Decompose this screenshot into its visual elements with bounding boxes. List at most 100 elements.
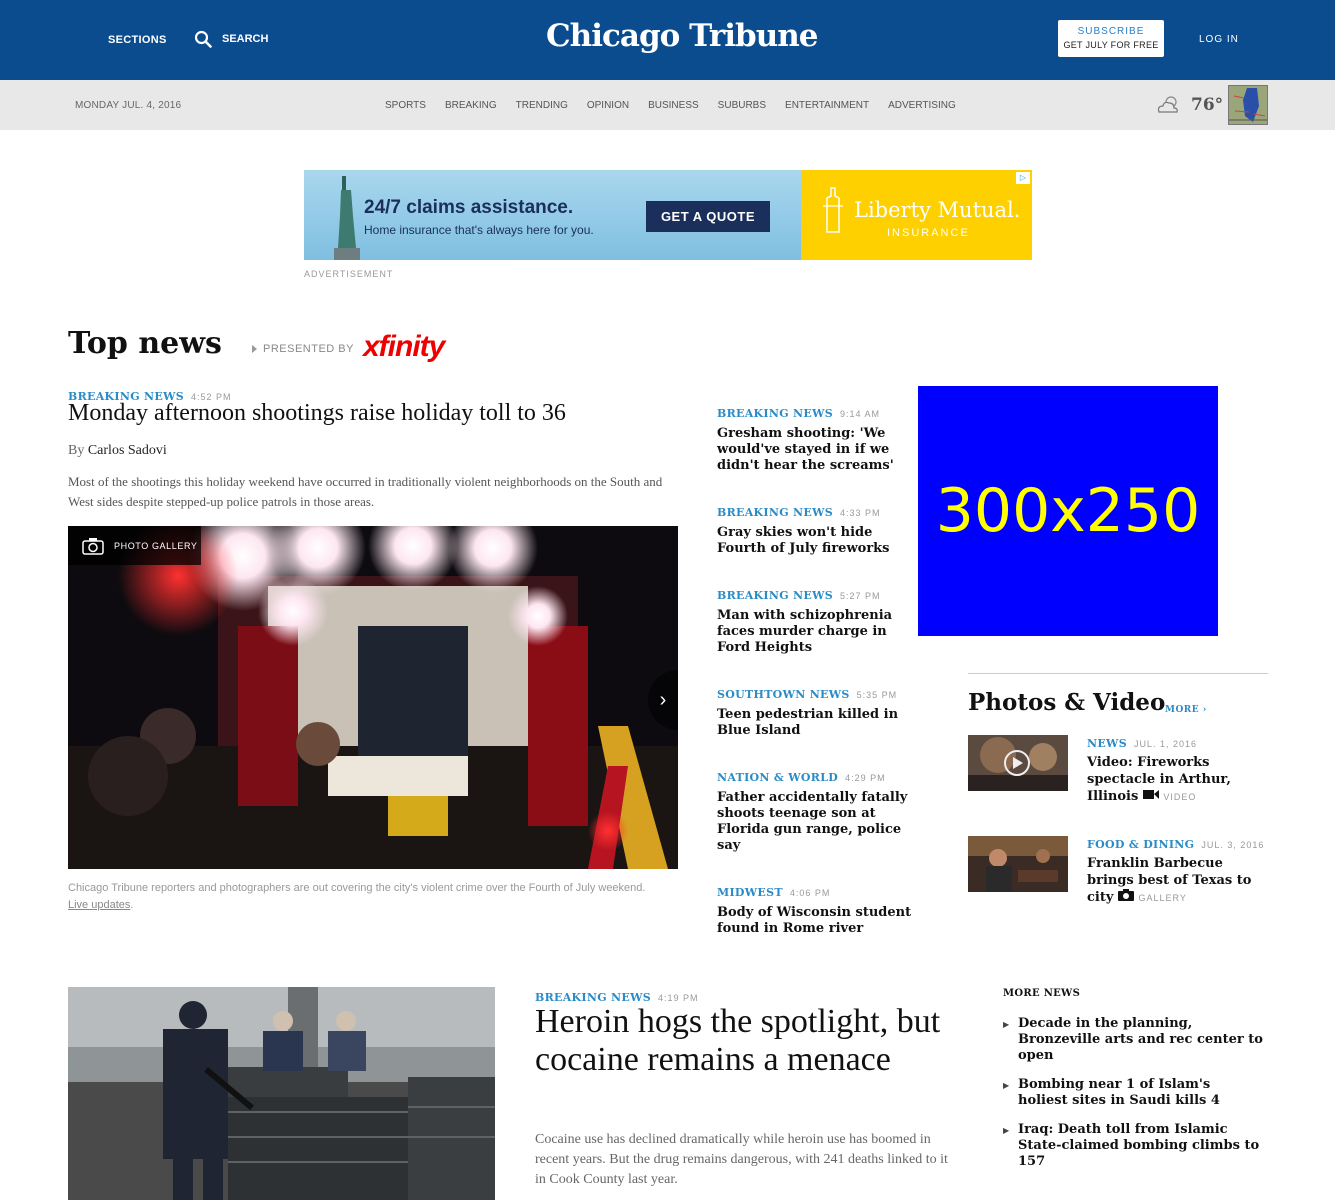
search-label: SEARCH: [222, 33, 269, 45]
photo-gallery-badge[interactable]: PHOTO GALLERY: [68, 526, 201, 565]
more-news-item: ▶ Decade in the planning, Bronzeville ar…: [1003, 1016, 1263, 1064]
caption-text: Chicago Tribune reporters and photograph…: [68, 882, 646, 894]
nav-links: SPORTS BREAKING TRENDING OPINION BUSINES…: [385, 100, 975, 111]
lead-headline[interactable]: Monday afternoon shootings raise holiday…: [68, 400, 566, 427]
lead-photo[interactable]: PHOTO GALLERY ›: [68, 526, 678, 869]
weather-temperature[interactable]: 76°: [1191, 95, 1223, 115]
sponsor-logo[interactable]: xfinity: [363, 330, 445, 364]
headline-kicker[interactable]: BREAKING NEWS: [717, 407, 833, 420]
headline-link[interactable]: Teen pedestrian killed in Blue Island: [717, 707, 917, 739]
video-tag: VIDEO: [1163, 792, 1197, 802]
nav-link-advertising[interactable]: ADVERTISING: [888, 100, 956, 111]
pv-headline-text[interactable]: Video: Fireworks spectacle in Arthur, Il…: [1087, 755, 1231, 804]
photos-video-item: NEWS JUL. 1, 2016 Video: Fireworks specta…: [1087, 734, 1267, 806]
drug-seizure-photo: [68, 987, 495, 1200]
search-icon: [194, 30, 212, 48]
ad-subline: Home insurance that's always here for yo…: [364, 223, 594, 237]
headline-item: BREAKING NEWS 5:27 PM Man with schizophre…: [717, 586, 917, 656]
pv-headline[interactable]: Franklin Barbecue brings best of Texas t…: [1087, 855, 1267, 907]
bullet-arrow-icon: ▶: [1003, 1081, 1010, 1090]
presented-by: PRESENTED BY: [252, 343, 354, 355]
headline-time: 4:06 PM: [789, 888, 831, 898]
headline-link[interactable]: Gresham shooting: 'We would've stayed in…: [717, 426, 917, 474]
ad-brand-sub: INSURANCE: [887, 227, 970, 239]
nav-link-suburbs[interactable]: SUBURBS: [718, 100, 766, 111]
banner-ad-left: 24/7 claims assistance. Home insurance t…: [304, 170, 801, 260]
ad-brand: Liberty Mutual.: [854, 198, 1021, 222]
headline-item: BREAKING NEWS 9:14 AM Gresham shooting: '…: [717, 404, 917, 474]
nav-link-opinion[interactable]: OPINION: [587, 100, 629, 111]
video-thumbnail[interactable]: [968, 735, 1068, 791]
advertisement-label: ADVERTISEMENT: [304, 269, 394, 279]
headline-time: 9:14 AM: [839, 409, 881, 419]
headline-kicker[interactable]: MIDWEST: [717, 886, 783, 899]
more-news-link[interactable]: Bombing near 1 of Islam's holiest sites …: [1018, 1077, 1263, 1109]
nav-link-sports[interactable]: SPORTS: [385, 100, 426, 111]
more-news-item: ▶ Bombing near 1 of Islam's holiest site…: [1003, 1077, 1263, 1109]
bullet-arrow-icon: ▶: [1003, 1020, 1010, 1029]
partly-cloudy-icon[interactable]: [1155, 95, 1183, 115]
gallery-thumbnail[interactable]: [968, 836, 1068, 892]
headline-link[interactable]: Father accidentally fatally shoots teena…: [717, 790, 917, 854]
subscribe-button[interactable]: SUBSCRIBE GET JULY FOR FREE: [1058, 20, 1164, 57]
headline-time: 4:33 PM: [839, 508, 881, 518]
live-updates-link[interactable]: Live updates: [68, 899, 130, 911]
headline-kicker[interactable]: SOUTHTOWN NEWS: [717, 688, 850, 701]
second-headline[interactable]: Heroin hogs the spotlight, but cocaine r…: [535, 1003, 955, 1079]
video-camera-icon: [1142, 790, 1159, 799]
sections-button[interactable]: SECTIONS: [108, 34, 167, 46]
pv-kicker[interactable]: NEWS: [1087, 737, 1127, 750]
site-logo[interactable]: Chicago Tribune: [546, 18, 818, 54]
fireworks-thumbnail: [968, 735, 1068, 791]
site-header: SECTIONS SEARCH Chicago Tribune SUBSCRIB…: [0, 0, 1335, 80]
triangle-icon: [252, 345, 257, 353]
banner-ad[interactable]: 24/7 claims assistance. Home insurance t…: [304, 170, 1032, 260]
photos-video-title: Photos & Video: [968, 689, 1166, 716]
bullet-arrow-icon: ▶: [1003, 1126, 1010, 1135]
login-link[interactable]: LOG IN: [1199, 34, 1239, 45]
headline-item: SOUTHTOWN NEWS 5:35 PM Teen pedestrian ki…: [717, 685, 917, 739]
headline-kicker[interactable]: NATION & WORLD: [717, 771, 838, 784]
more-news-title: MORE NEWS: [1003, 988, 1081, 999]
liberty-logo-icon: [823, 187, 843, 233]
display-ad[interactable]: 300x250: [918, 386, 1218, 636]
headline-link[interactable]: Man with schizophrenia faces murder char…: [717, 608, 917, 656]
headline-link[interactable]: Body of Wisconsin student found in Rome …: [717, 905, 917, 937]
more-news-link[interactable]: Decade in the planning, Bronzeville arts…: [1018, 1016, 1263, 1064]
headline-link[interactable]: Gray skies won't hide Fourth of July fir…: [717, 525, 917, 557]
nav-link-business[interactable]: BUSINESS: [648, 100, 699, 111]
second-story-photo[interactable]: [68, 987, 495, 1200]
photos-video-more-link[interactable]: MORE ›: [1165, 705, 1207, 715]
statue-of-liberty-icon: [334, 176, 360, 260]
ambulance-photo: [68, 526, 678, 869]
section-title: Top news: [68, 326, 222, 361]
pv-kicker[interactable]: FOOD & DINING: [1087, 838, 1194, 851]
photo-caption: Chicago Tribune reporters and photograph…: [68, 882, 646, 911]
nav-link-entertainment[interactable]: ENTERTAINMENT: [785, 100, 869, 111]
subscribe-offer: GET JULY FOR FREE: [1063, 40, 1159, 50]
adchoices-icon[interactable]: ▷: [1016, 172, 1030, 184]
banner-ad-right: Liberty Mutual. INSURANCE ▷: [801, 170, 1032, 260]
nav-link-breaking[interactable]: BREAKING: [445, 100, 497, 111]
byline-prefix: By: [68, 443, 85, 458]
headline-kicker[interactable]: BREAKING NEWS: [717, 589, 833, 602]
photos-video-item: FOOD & DINING JUL. 3, 2016 Franklin Barbe…: [1087, 835, 1267, 907]
byline: By Carlos Sadovi: [68, 443, 167, 459]
barbecue-thumbnail: [968, 836, 1068, 892]
pv-headline[interactable]: Video: Fireworks spectacle in Arthur, Il…: [1087, 754, 1267, 806]
chevron-right-icon: ›: [659, 689, 667, 711]
weather-map-thumbnail[interactable]: [1228, 85, 1268, 125]
headline-kicker[interactable]: BREAKING NEWS: [717, 506, 833, 519]
current-date: MONDAY JUL. 4, 2016: [75, 100, 182, 111]
more-news-link[interactable]: Iraq: Death toll from Islamic State-clai…: [1018, 1122, 1263, 1170]
nav-bar: MONDAY JUL. 4, 2016 SPORTS BREAKING TREN…: [0, 80, 1335, 130]
nav-link-trending[interactable]: TRENDING: [516, 100, 568, 111]
author-link[interactable]: Carlos Sadovi: [88, 443, 167, 458]
get-quote-button[interactable]: GET A QUOTE: [646, 201, 770, 232]
gallery-tag: GALLERY: [1138, 893, 1187, 903]
headline-item: BREAKING NEWS 4:33 PM Gray skies won't hi…: [717, 503, 917, 557]
divider: [968, 673, 1268, 674]
headline-time: 5:27 PM: [839, 591, 881, 601]
second-summary: Cocaine use has declined dramatically wh…: [535, 1132, 948, 1187]
search-button[interactable]: SEARCH: [194, 30, 268, 48]
